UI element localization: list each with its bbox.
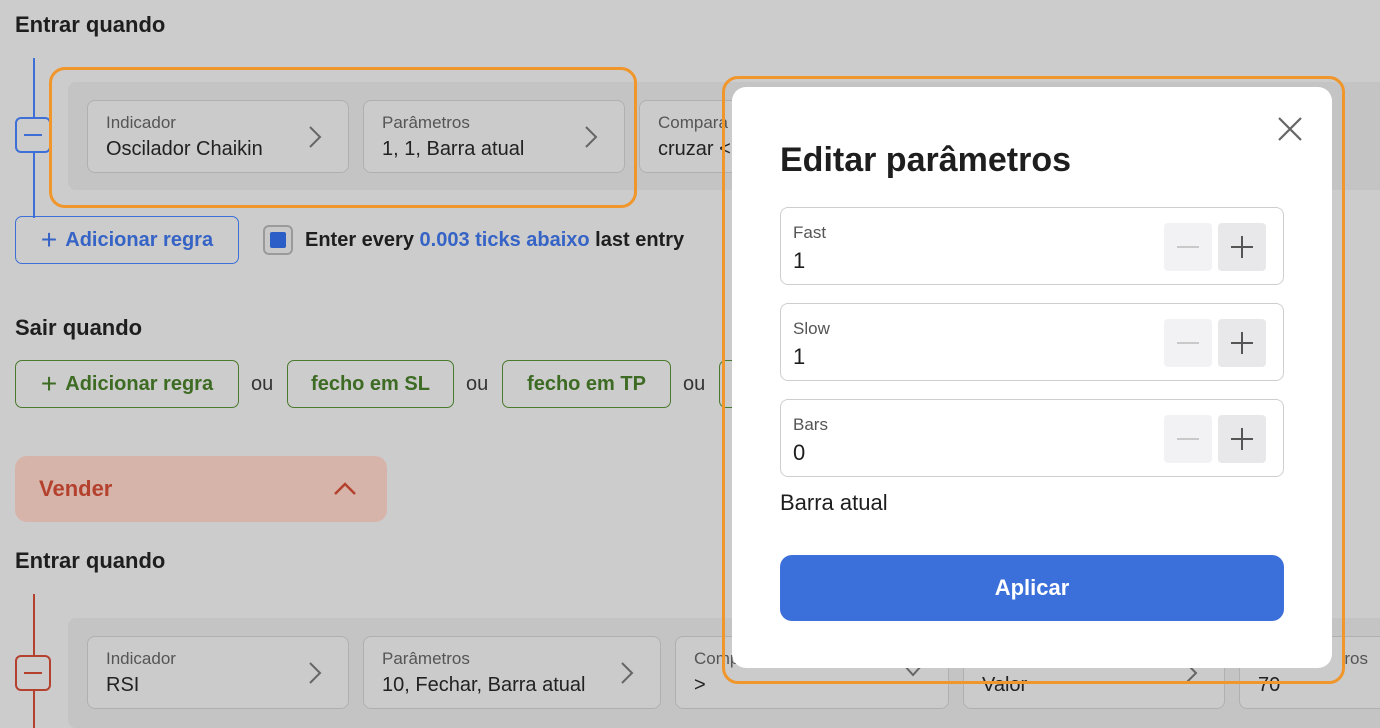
exit-sl-button[interactable]: fecho em SL <box>287 360 454 408</box>
exit-tp-button[interactable]: fecho em TP <box>502 360 671 408</box>
sell-remove-rule-button[interactable] <box>15 655 51 691</box>
chevron-right-icon <box>309 662 322 684</box>
params-field-highlight <box>49 67 637 208</box>
plus-icon: + <box>40 224 58 255</box>
exit-add-rule-button[interactable]: + Adicionar regra <box>15 360 239 408</box>
compare-value: cruzar < <box>658 138 731 160</box>
add-rule-label: Adicionar regra <box>65 228 214 251</box>
entry-every-text: Enter every 0.003 ticks abaixo last entr… <box>305 229 684 252</box>
compare-value: > <box>694 674 706 696</box>
or-text: ou <box>466 373 489 395</box>
sell-enter-heading: Entrar quando <box>15 548 166 573</box>
or-text: ou <box>251 373 274 395</box>
exit-heading: Sair quando <box>15 315 143 340</box>
indicator-label: Indicador <box>106 649 176 668</box>
sell-label: Vender <box>39 476 113 501</box>
entry-every-suffix: last entry <box>589 229 685 251</box>
buy-remove-rule-button[interactable] <box>15 117 51 153</box>
chevron-right-icon <box>621 662 634 684</box>
plus-icon: + <box>40 368 58 399</box>
params-label: Parâmetros <box>382 649 470 668</box>
entry-every-link[interactable]: 0.003 ticks abaixo <box>420 229 590 251</box>
buy-enter-heading: Entrar quando <box>15 12 166 37</box>
entry-every-prefix: Enter every <box>305 229 420 251</box>
sell-params-field[interactable]: Parâmetros 10, Fechar, Barra atual <box>363 636 661 709</box>
params-value: 10, Fechar, Barra atual <box>382 674 586 696</box>
exit-add-rule-label: Adicionar regra <box>65 372 214 395</box>
indicator-value: RSI <box>106 674 140 696</box>
sell-indicator-field[interactable]: Indicador RSI <box>87 636 349 709</box>
chevron-up-icon <box>334 482 356 495</box>
or-text: ou <box>683 373 706 395</box>
compare-label: Compara <box>658 113 728 132</box>
value-label: ros <box>1344 649 1368 668</box>
sell-toggle[interactable]: Vender <box>15 456 387 522</box>
buy-add-rule-button[interactable]: + Adicionar regra <box>15 216 239 264</box>
modal-highlight <box>722 76 1345 684</box>
entry-every-checkbox[interactable] <box>263 225 293 255</box>
